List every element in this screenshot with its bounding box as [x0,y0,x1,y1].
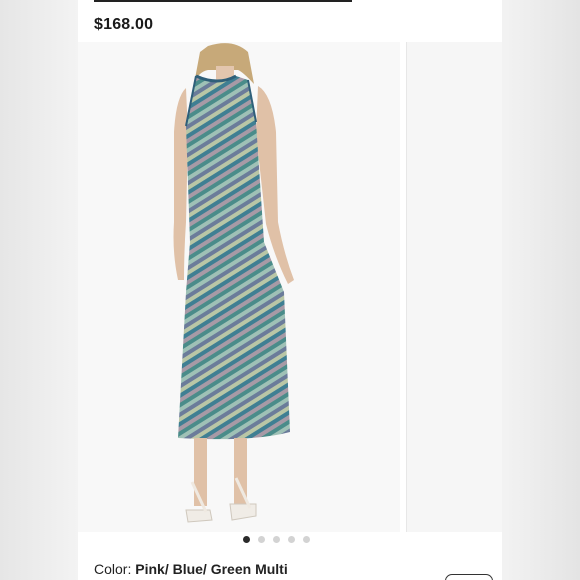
carousel-pager [243,536,310,543]
carousel-dot-1[interactable] [243,536,250,543]
carousel-dot-2[interactable] [258,536,265,543]
next-product-image[interactable] [406,42,502,532]
action-button[interactable] [445,574,493,580]
background-right [500,0,580,580]
product-color: Color: Pink/ Blue/ Green Multi [94,561,288,577]
carousel-dot-3[interactable] [273,536,280,543]
product-image[interactable] [78,42,400,532]
dress-photo-icon [173,43,294,523]
product-price: $168.00 [94,16,154,33]
color-label: Color: [94,561,132,577]
product-panel: $168.00 Color: Pink/ Blue/ Green Multi [78,0,502,580]
product-image-carousel[interactable] [78,42,502,532]
carousel-dot-4[interactable] [288,536,295,543]
color-value: Pink/ Blue/ Green Multi [135,561,288,577]
header-rule [94,0,352,2]
carousel-dot-5[interactable] [303,536,310,543]
background-left [0,0,78,580]
